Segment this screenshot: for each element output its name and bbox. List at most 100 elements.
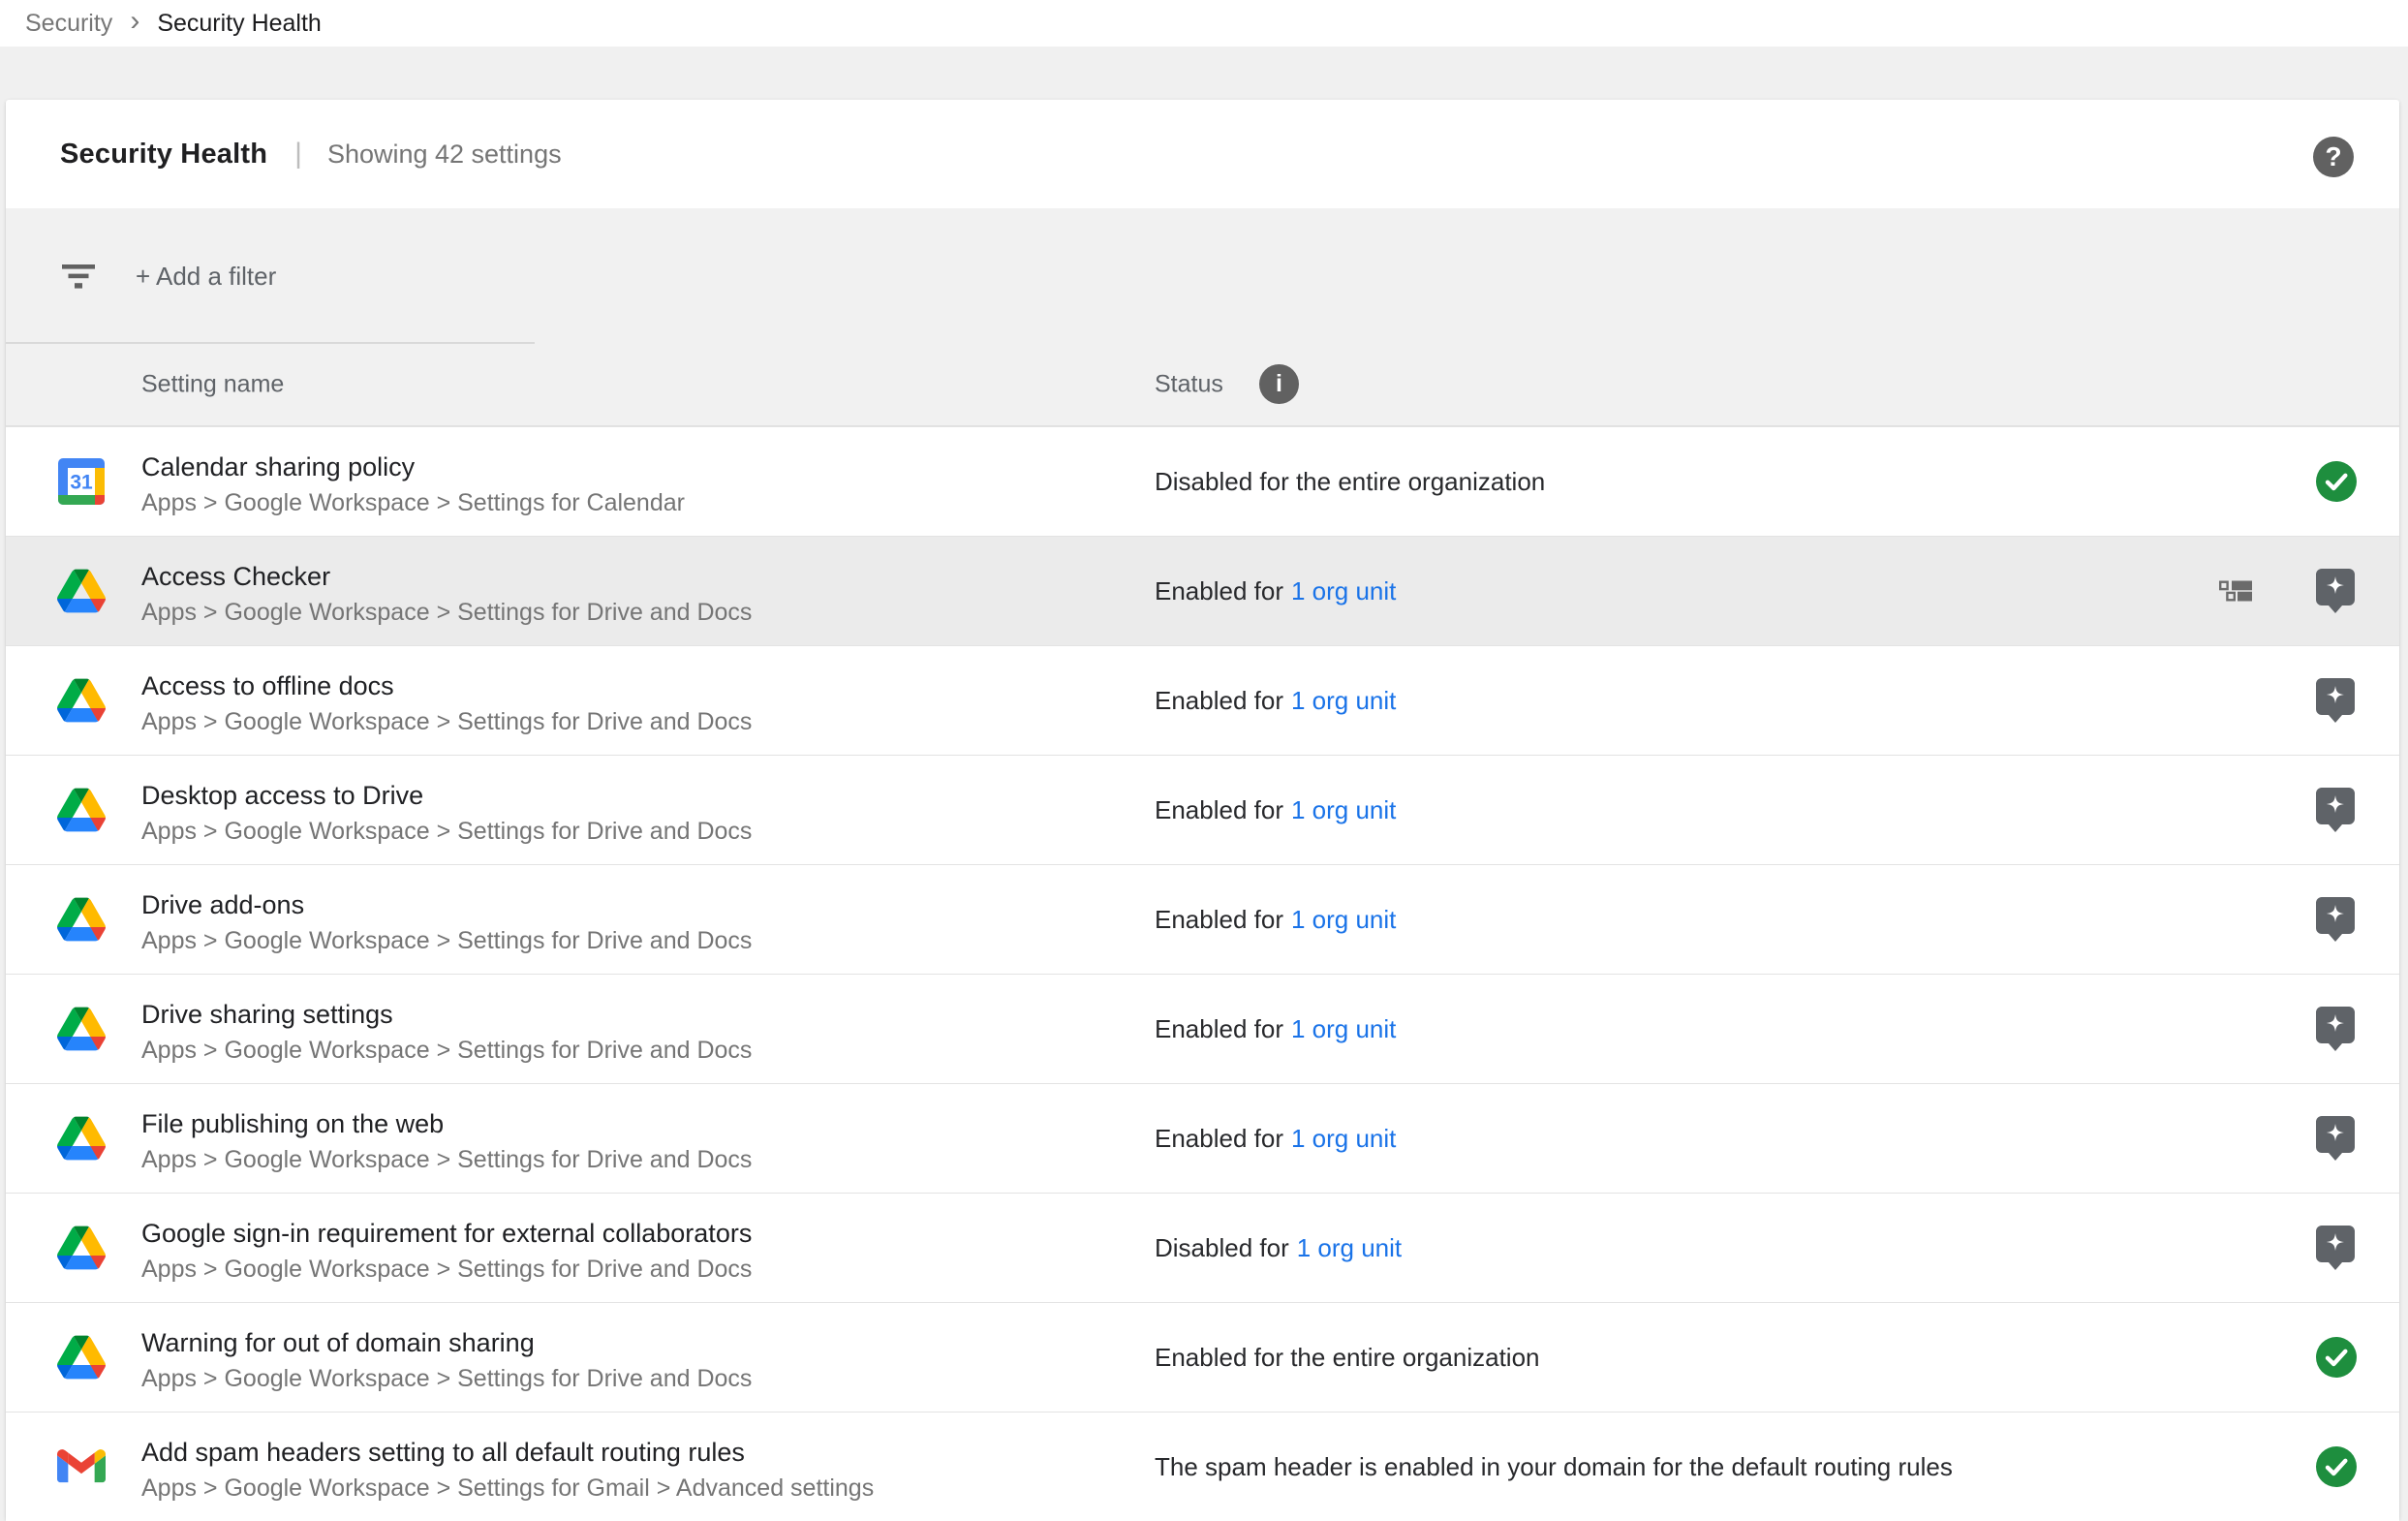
org-unit-link[interactable]: 1 org unit <box>1291 1124 1396 1154</box>
drive-app-icon <box>57 679 106 723</box>
status-text: Enabled for <box>1155 1124 1283 1154</box>
setting-row[interactable]: Drive sharing settingsApps > Google Work… <box>6 974 2399 1083</box>
help-icon[interactable]: ? <box>2313 137 2354 177</box>
add-filter[interactable]: + Add a filter <box>6 208 2399 344</box>
setting-text: Drive sharing settingsApps > Google Work… <box>141 997 752 1069</box>
setting-row[interactable]: Drive add-onsApps > Google Workspace > S… <box>6 864 2399 974</box>
setting-text: Warning for out of domain sharingApps > … <box>141 1325 752 1397</box>
settings-count: Showing 42 settings <box>327 140 562 170</box>
setting-title: Add spam headers setting to all default … <box>141 1435 874 1471</box>
title-separator: | <box>294 138 302 171</box>
setting-title: Access to offline docs <box>141 668 752 704</box>
add-filter-label: + Add a filter <box>136 262 276 292</box>
info-icon[interactable]: i <box>1259 364 1299 404</box>
status-ok-check-icon <box>2316 1446 2357 1487</box>
drive-app-icon <box>57 1226 106 1270</box>
setting-row[interactable]: Access CheckerApps > Google Workspace > … <box>6 536 2399 645</box>
setting-title: Calendar sharing policy <box>141 450 685 485</box>
setting-path: Apps > Google Workspace > Settings for D… <box>141 1142 752 1178</box>
setting-path: Apps > Google Workspace > Settings for D… <box>141 1252 752 1288</box>
gmail-app-icon <box>57 1447 106 1486</box>
filter-and-header-section: + Add a filter Setting name Status i <box>6 208 2399 426</box>
setting-status: Disabled for the entire organization <box>1155 427 1545 536</box>
org-unit-link[interactable]: 1 org unit <box>1291 795 1396 825</box>
setting-row[interactable]: 31 Calendar sharing policyApps > Google W… <box>6 426 2399 536</box>
org-unit-link[interactable]: 1 org unit <box>1297 1233 1402 1263</box>
setting-path: Apps > Google Workspace > Settings for D… <box>141 1033 752 1069</box>
setting-row[interactable]: Warning for out of domain sharingApps > … <box>6 1302 2399 1412</box>
breadcrumb-chevron-icon: › <box>130 7 139 36</box>
setting-title: Warning for out of domain sharing <box>141 1325 752 1361</box>
breadcrumb: Security › Security Health <box>0 0 2408 47</box>
drive-app-icon <box>57 1117 106 1161</box>
org-unit-link[interactable]: 1 org unit <box>1291 1014 1396 1044</box>
setting-path: Apps > Google Workspace > Settings for D… <box>141 814 752 850</box>
recommendation-badge-icon[interactable] <box>2316 1226 2355 1270</box>
status-text: Disabled for <box>1155 1233 1289 1263</box>
org-unit-link[interactable]: 1 org unit <box>1291 686 1396 716</box>
org-unit-link[interactable]: 1 org unit <box>1291 905 1396 935</box>
setting-status: Enabled for 1 org unit <box>1155 975 1396 1083</box>
recommendation-badge-icon[interactable] <box>2316 1116 2355 1161</box>
setting-title: Access Checker <box>141 559 752 595</box>
status-text: Enabled for <box>1155 576 1283 606</box>
drive-app-icon <box>57 1336 106 1380</box>
recommendation-badge-icon[interactable] <box>2316 678 2355 723</box>
setting-status: Enabled for 1 org unit <box>1155 865 1396 974</box>
breadcrumb-security-link[interactable]: Security <box>25 10 112 38</box>
setting-text: File publishing on the webApps > Google … <box>141 1106 752 1178</box>
org-unit-icon <box>2219 581 2252 602</box>
status-text: Disabled for the entire organization <box>1155 467 1545 497</box>
setting-status: The spam header is enabled in your domai… <box>1155 1412 1953 1521</box>
recommendation-badge-icon[interactable] <box>2316 1007 2355 1051</box>
setting-path: Apps > Google Workspace > Settings for D… <box>141 595 752 631</box>
security-health-card: Security Health | Showing 42 settings ? … <box>6 100 2399 1521</box>
status-text: Enabled for <box>1155 795 1283 825</box>
org-unit-link[interactable]: 1 org unit <box>1291 576 1396 606</box>
setting-row[interactable]: Add spam headers setting to all default … <box>6 1412 2399 1521</box>
setting-title: Google sign-in requirement for external … <box>141 1216 752 1252</box>
setting-path: Apps > Google Workspace > Settings for D… <box>141 704 752 740</box>
setting-status: Enabled for 1 org unit <box>1155 756 1396 864</box>
breadcrumb-current-page: Security Health <box>157 10 322 38</box>
setting-row[interactable]: File publishing on the webApps > Google … <box>6 1083 2399 1193</box>
status-text: Enabled for the entire organization <box>1155 1343 1540 1373</box>
setting-text: Access CheckerApps > Google Workspace > … <box>141 559 752 631</box>
setting-text: Access to offline docsApps > Google Work… <box>141 668 752 740</box>
svg-text:31: 31 <box>70 472 93 494</box>
recommendation-badge-icon[interactable] <box>2316 569 2355 613</box>
drive-app-icon <box>57 789 106 832</box>
page-title: Security Health <box>60 139 267 171</box>
setting-status: Enabled for 1 org unit <box>1155 646 1396 755</box>
setting-path: Apps > Google Workspace > Settings for D… <box>141 1361 752 1397</box>
status-text: Enabled for <box>1155 905 1283 935</box>
setting-text: Drive add-onsApps > Google Workspace > S… <box>141 887 752 959</box>
setting-text: Add spam headers setting to all default … <box>141 1435 874 1506</box>
setting-title: Desktop access to Drive <box>141 778 752 814</box>
status-text: Enabled for <box>1155 1014 1283 1044</box>
setting-status: Enabled for 1 org unit <box>1155 537 1396 645</box>
status-text: The spam header is enabled in your domai… <box>1155 1452 1953 1482</box>
setting-row[interactable]: Access to offline docsApps > Google Work… <box>6 645 2399 755</box>
recommendation-badge-icon[interactable] <box>2316 897 2355 942</box>
setting-path: Apps > Google Workspace > Settings for D… <box>141 923 752 959</box>
status-ok-check-icon <box>2316 1337 2357 1378</box>
drive-app-icon <box>57 898 106 942</box>
drive-app-icon <box>57 1008 106 1051</box>
card-header: Security Health | Showing 42 settings ? <box>6 100 2399 208</box>
calendar-app-icon: 31 <box>58 458 105 505</box>
drive-app-icon <box>57 570 106 613</box>
column-setting-name: Setting name <box>141 371 284 399</box>
setting-row[interactable]: Desktop access to DriveApps > Google Wor… <box>6 755 2399 864</box>
setting-title: Drive sharing settings <box>141 997 752 1033</box>
filter-icon <box>62 264 95 289</box>
status-text: Enabled for <box>1155 686 1283 716</box>
status-ok-check-icon <box>2316 461 2357 502</box>
recommendation-badge-icon[interactable] <box>2316 788 2355 832</box>
setting-title: Drive add-ons <box>141 887 752 923</box>
setting-status: Enabled for the entire organization <box>1155 1303 1540 1412</box>
settings-table-body: 31Calendar sharing policyApps > Google W… <box>6 426 2399 1521</box>
setting-path: Apps > Google Workspace > Settings for C… <box>141 485 685 521</box>
setting-text: Desktop access to DriveApps > Google Wor… <box>141 778 752 850</box>
setting-row[interactable]: Google sign-in requirement for external … <box>6 1193 2399 1302</box>
